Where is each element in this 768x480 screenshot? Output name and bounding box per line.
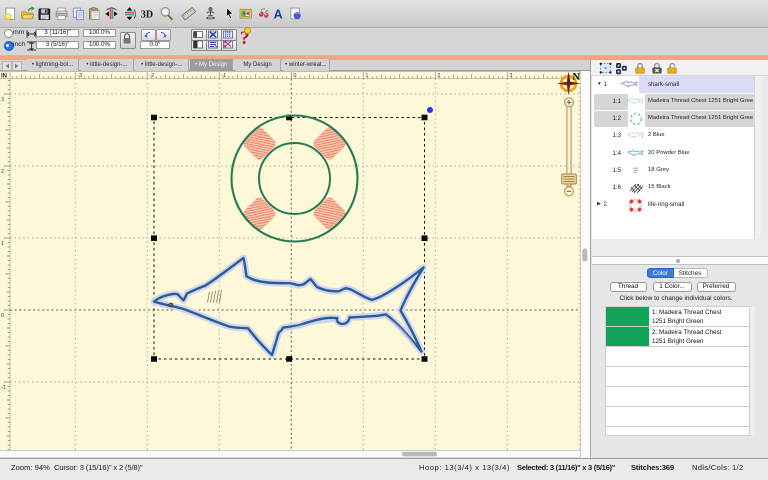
svg-text:1: 1: [365, 73, 368, 79]
svg-text:2: 2: [437, 73, 440, 79]
svg-text:-1: -1: [1, 385, 6, 391]
svg-text:3: 3: [509, 73, 512, 79]
svg-text:-2: -2: [149, 73, 154, 79]
svg-text:-3: -3: [77, 73, 82, 79]
svg-text:-1: -1: [221, 73, 226, 79]
svg-text:3: 3: [1, 97, 4, 103]
svg-text:0: 0: [1, 313, 4, 319]
svg-text:1: 1: [1, 241, 4, 247]
svg-text:N: N: [573, 72, 581, 83]
svg-text:0: 0: [293, 73, 296, 79]
svg-text:2: 2: [1, 169, 4, 175]
svg-text:IN: IN: [1, 74, 7, 80]
